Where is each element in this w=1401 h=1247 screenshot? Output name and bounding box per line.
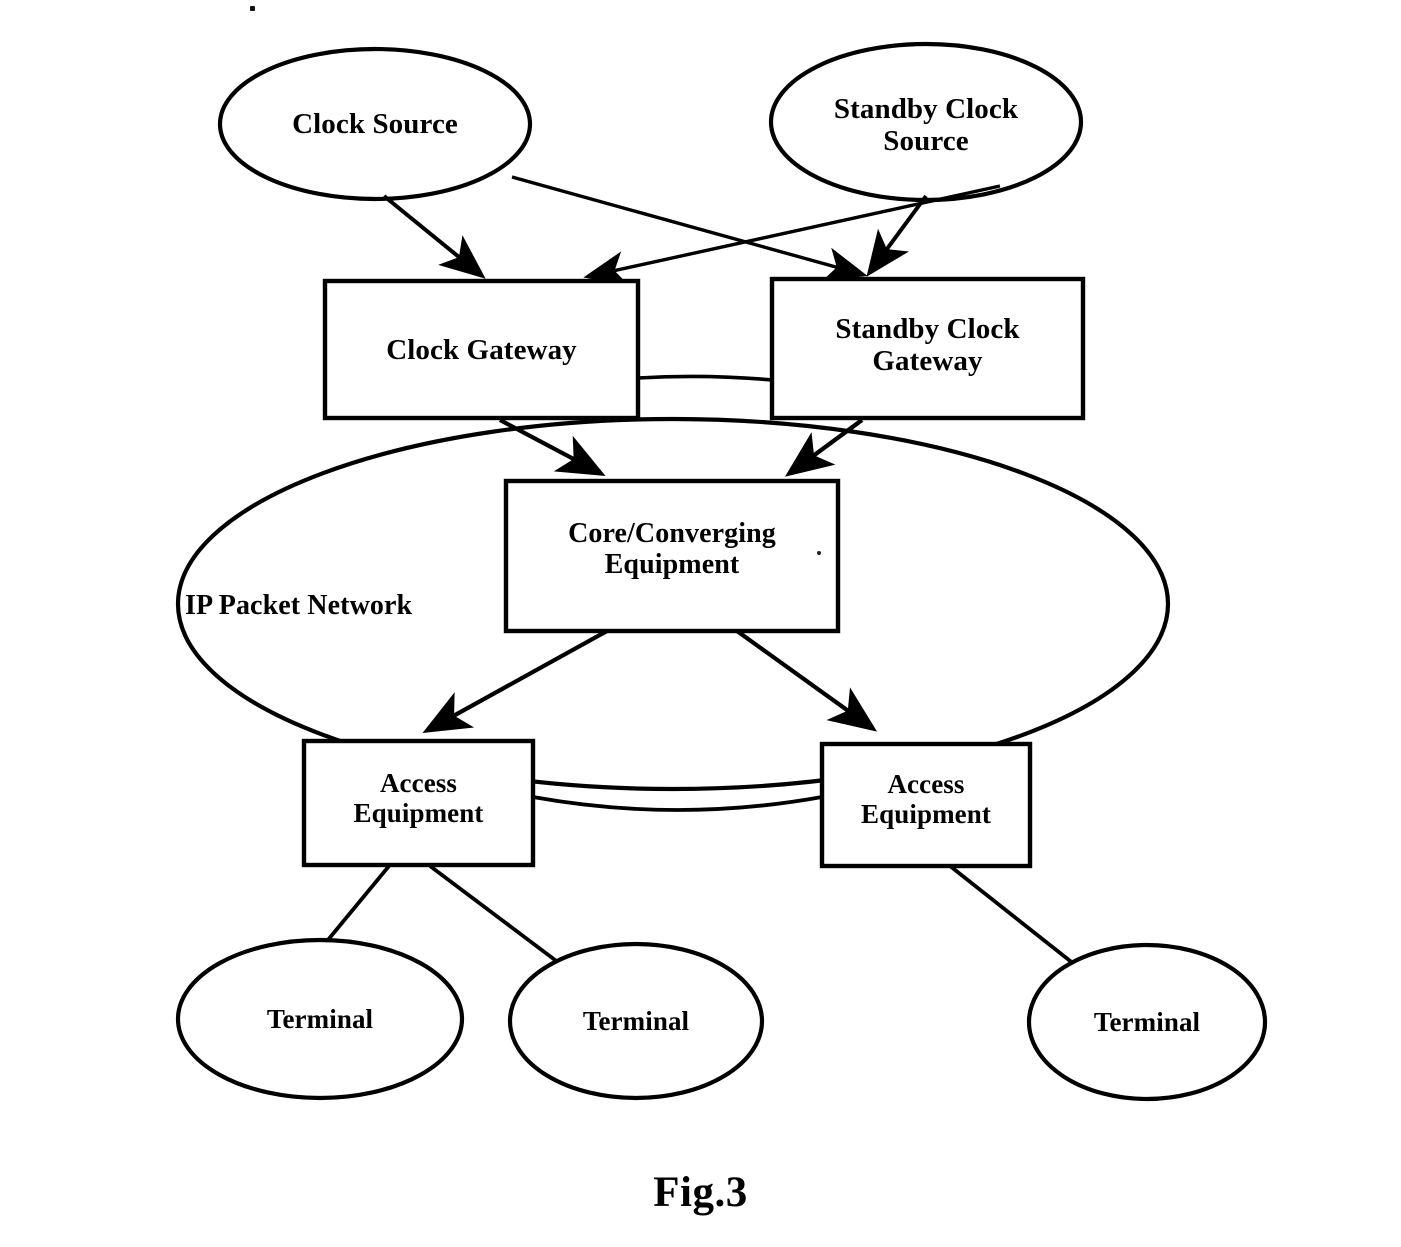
terminal-2-ellipse xyxy=(507,941,765,1101)
diagram-canvas xyxy=(175,41,1268,1102)
node-terminal-2[interactable] xyxy=(507,941,765,1101)
access-equipment-right-box xyxy=(819,741,1033,869)
node-standby-clock-gateway[interactable] xyxy=(769,276,1086,421)
access-equipment-left-box xyxy=(301,738,536,868)
node-core-converging-equipment[interactable] xyxy=(503,478,841,634)
terminal-1-ellipse xyxy=(175,937,465,1101)
figure-container: Clock Source Standby Clock Source Clock … xyxy=(0,0,1401,1247)
node-terminal-3[interactable] xyxy=(1026,942,1268,1102)
edge-clock-source-to-standby-clock-gateway xyxy=(511,175,868,282)
clock-gateway-box xyxy=(322,278,641,421)
node-standby-clock-source[interactable] xyxy=(768,41,1084,203)
edge-access-equipment-left-to-right xyxy=(532,795,823,812)
node-access-equipment-right[interactable] xyxy=(819,741,1033,869)
node-clock-gateway[interactable] xyxy=(322,278,641,421)
figure-caption: Fig.3 xyxy=(653,1169,748,1216)
edge-clock-gateway-to-standby-clock-gateway xyxy=(637,374,773,382)
node-terminal-1[interactable] xyxy=(175,937,465,1101)
edge-access-equipment-left-to-terminal-2 xyxy=(428,864,561,965)
edge-clock-source-to-clock-gateway xyxy=(382,194,486,279)
node-access-equipment-left[interactable] xyxy=(301,738,536,868)
scan-artifact-dot-secondary xyxy=(817,551,821,555)
core-converging-equipment-box xyxy=(503,478,841,634)
scan-artifact-dot xyxy=(250,6,255,11)
clock-source-ellipse xyxy=(217,46,533,202)
node-clock-source[interactable] xyxy=(217,46,533,202)
terminal-3-ellipse xyxy=(1026,942,1268,1102)
standby-clock-gateway-box xyxy=(769,276,1086,421)
edge-standby-clock-source-to-clock-gateway xyxy=(583,184,1001,286)
edge-access-equipment-right-to-terminal-3 xyxy=(948,864,1076,966)
standby-clock-source-ellipse xyxy=(768,41,1084,203)
